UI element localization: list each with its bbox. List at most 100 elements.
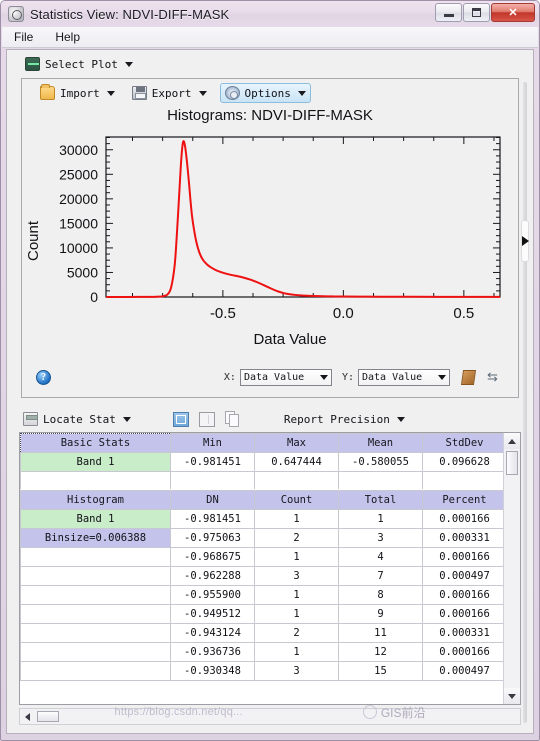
- help-icon[interactable]: ?: [36, 369, 51, 385]
- y-axis-select[interactable]: Data Value: [358, 368, 450, 386]
- client-area: Select Plot Import Export Options Histog…: [6, 49, 534, 734]
- table-row[interactable]: -0.930348 3 15 0.000497: [20, 660, 503, 681]
- cell-histogram-label: [20, 622, 171, 643]
- grid-view-icon[interactable]: [198, 411, 215, 427]
- cell-percent: 0.000497: [422, 660, 503, 681]
- table-row[interactable]: -0.962288 3 7 0.000497: [20, 565, 503, 586]
- table-row[interactable]: Band 1 -0.981451 1 1 0.000166: [20, 508, 503, 529]
- expand-right-icon[interactable]: [522, 236, 529, 246]
- col-total[interactable]: Total: [338, 489, 423, 510]
- report-precision-label: Report Precision: [283, 412, 390, 426]
- table-row[interactable]: -0.955900 1 8 0.000166: [20, 584, 503, 605]
- col-count[interactable]: Count: [254, 489, 339, 510]
- cell-percent: 0.000166: [422, 641, 503, 662]
- plot-icon: [25, 57, 40, 71]
- calculator-icon: [23, 412, 38, 426]
- histogram-table: Histogram DN Count Total Percent Band 1-…: [20, 489, 503, 681]
- refresh-icon[interactable]: ⇆: [485, 369, 500, 384]
- chevron-down-icon: [438, 374, 446, 380]
- locate-stat-button[interactable]: Locate Stat: [19, 410, 135, 428]
- cell-dn: -0.968675: [170, 546, 255, 567]
- cell-dn: -0.949512: [170, 603, 255, 624]
- col-histogram[interactable]: Histogram: [20, 489, 171, 510]
- table-row[interactable]: Band 1 -0.981451 0.647444 -0.580055 0.09…: [20, 452, 503, 472]
- export-button[interactable]: Export: [128, 84, 211, 102]
- x-tick-labels: -0.5 0.0 0.5: [210, 305, 474, 322]
- col-stddev[interactable]: StdDev: [422, 433, 503, 453]
- y-tick-label: 25000: [59, 166, 98, 182]
- basic-stats-header-row: Basic Stats Min Max Mean StdDev: [20, 433, 503, 453]
- col-mean[interactable]: Mean: [338, 433, 423, 453]
- window-title: Statistics View: NDVI-DIFF-MASK: [30, 6, 230, 22]
- y-axis-selector-group: Y: Data Value: [342, 368, 450, 386]
- chevron-down-icon: [319, 374, 328, 380]
- maximize-button[interactable]: [463, 3, 490, 22]
- select-plot-button[interactable]: Select Plot: [21, 55, 137, 73]
- cell-histogram-label: Binsize=0.006388: [20, 527, 171, 548]
- report-precision-button[interactable]: Report Precision: [280, 411, 409, 428]
- y-tick-labels: 0 5000 10000 15000 20000 25000 30000: [59, 142, 98, 305]
- table-row[interactable]: Binsize=0.006388 -0.975063 2 3 0.000331: [20, 527, 503, 548]
- gear-icon: [224, 86, 240, 100]
- col-percent[interactable]: Percent: [422, 489, 503, 510]
- cell-total: 8: [338, 584, 423, 605]
- chart-title: Histograms: NDVI-DIFF-MASK: [167, 107, 373, 124]
- menu-item-help[interactable]: Help: [51, 29, 84, 45]
- cell-histogram-label: [20, 641, 171, 662]
- y-axis-select-value: Data Value: [362, 371, 423, 383]
- minimize-button[interactable]: [435, 3, 462, 22]
- cell-histogram-label: Band 1: [20, 508, 171, 529]
- scroll-up-button[interactable]: [504, 433, 520, 449]
- menu-item-file[interactable]: File: [10, 29, 37, 45]
- import-button[interactable]: Import: [36, 84, 119, 102]
- x-tick-label: 0.0: [333, 305, 354, 322]
- cell-histogram-label: [20, 660, 171, 681]
- ruler-icon[interactable]: [460, 369, 477, 385]
- cell-histogram-label: [20, 584, 171, 605]
- options-button[interactable]: Options: [219, 83, 311, 103]
- cell-max: 0.647444: [254, 452, 339, 472]
- col-basic-stats[interactable]: Basic Stats: [20, 433, 171, 453]
- col-dn[interactable]: DN: [170, 489, 255, 510]
- select-plot-toolbar: Select Plot: [7, 50, 533, 78]
- scroll-thumb[interactable]: [506, 451, 518, 475]
- copy-icon[interactable]: [224, 411, 240, 427]
- chevron-down-icon: [122, 416, 131, 422]
- table-row[interactable]: -0.949512 1 9 0.000166: [20, 603, 503, 624]
- col-min[interactable]: Min: [170, 433, 255, 453]
- cell-total: 3: [338, 527, 423, 548]
- hscroll-thumb[interactable]: [37, 711, 59, 722]
- y-tick-label: 5000: [67, 264, 98, 280]
- col-max[interactable]: Max: [254, 433, 339, 453]
- table-horizontal-scrollbar[interactable]: [19, 708, 521, 725]
- export-label: Export: [151, 86, 192, 100]
- close-button[interactable]: ✕: [491, 3, 535, 22]
- scroll-down-button[interactable]: [504, 688, 520, 704]
- cell-count: 1: [254, 603, 339, 624]
- select-plot-label: Select Plot: [45, 57, 118, 71]
- cell-histogram-label: [20, 603, 171, 624]
- y-axis-label: Count: [25, 220, 42, 261]
- cell-percent: 0.000166: [422, 584, 503, 605]
- x-tick-label: -0.5: [210, 305, 236, 322]
- plot-panel: Import Export Options Histograms: NDVI-D…: [21, 78, 519, 398]
- chevron-down-icon: [106, 90, 115, 96]
- scroll-left-button[interactable]: [20, 709, 35, 724]
- stats-toolbar: Locate Stat Report Precision: [19, 406, 521, 432]
- table-row[interactable]: -0.936736 1 12 0.000166: [20, 641, 503, 662]
- x-axis-select[interactable]: Data Value: [239, 368, 332, 386]
- x-axis-label: Data Value: [253, 331, 326, 348]
- histogram-table-body: Band 1 -0.981451 1 1 0.000166 Binsize=0.00638…: [20, 508, 503, 681]
- plot-frame: [105, 136, 501, 298]
- cell-percent: 0.000166: [422, 603, 503, 624]
- histogram-svg: Count 0 5000 10000 15000 20000 25000 30000 -0.…: [25, 136, 501, 348]
- y-tick-label: 20000: [59, 191, 98, 207]
- cell-count: 2: [254, 527, 339, 548]
- table-row[interactable]: -0.943124 2 11 0.000331: [20, 622, 503, 643]
- chart-view-icon[interactable]: [172, 411, 189, 427]
- cell-total: 15: [338, 660, 423, 681]
- options-label: Options: [244, 86, 291, 100]
- table-row[interactable]: -0.968675 1 4 0.000166: [20, 546, 503, 567]
- table-vertical-scrollbar[interactable]: [503, 433, 520, 704]
- cell-total: 11: [338, 622, 423, 643]
